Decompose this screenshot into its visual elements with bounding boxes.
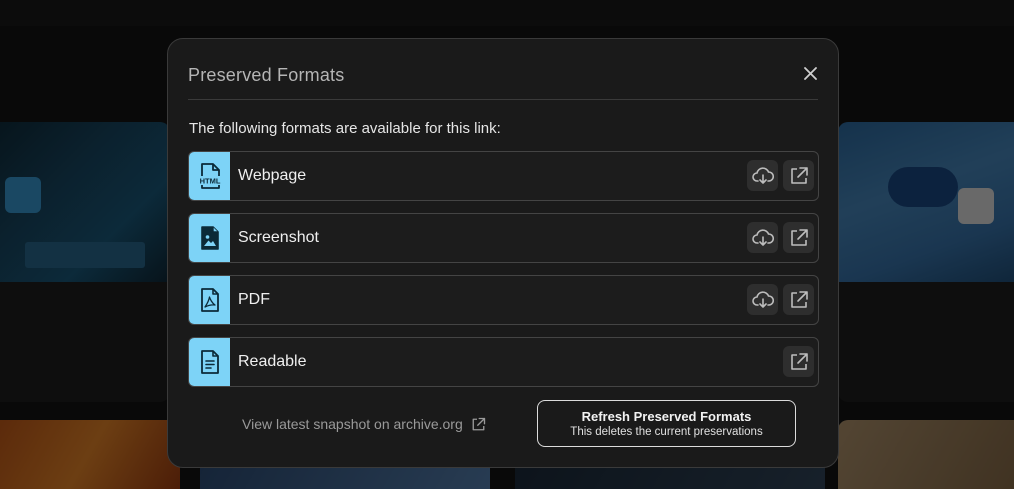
refresh-button-label: Refresh Preserved Formats	[581, 409, 752, 424]
close-icon	[803, 66, 817, 80]
modal-title: Preserved Formats	[188, 65, 345, 85]
html-file-icon: HTML	[189, 152, 230, 200]
format-row-readable: Readable	[188, 337, 819, 387]
external-link-icon	[790, 228, 808, 246]
formats-list: HTML Webpage Screenshot PDF Readable	[188, 151, 819, 399]
open-screenshot-button[interactable]	[783, 222, 814, 253]
cloud-download-icon	[751, 228, 774, 246]
external-link-icon	[472, 417, 485, 430]
archive-org-link[interactable]: View latest snapshot on archive.org	[242, 416, 486, 432]
preserved-formats-modal: Preserved Formats The following formats …	[167, 38, 839, 468]
format-label: Screenshot	[238, 229, 319, 246]
svg-text:HTML: HTML	[199, 177, 220, 186]
external-link-icon	[790, 166, 808, 184]
open-readable-button[interactable]	[783, 346, 814, 377]
text-file-icon	[189, 338, 230, 386]
format-row-pdf: PDF	[188, 275, 819, 325]
format-row-screenshot: Screenshot	[188, 213, 819, 263]
external-link-icon	[790, 290, 808, 308]
external-link-icon	[790, 352, 808, 370]
open-webpage-button[interactable]	[783, 160, 814, 191]
open-pdf-button[interactable]	[783, 284, 814, 315]
format-label: Webpage	[238, 167, 307, 184]
format-label: PDF	[238, 291, 270, 308]
download-pdf-button[interactable]	[747, 284, 778, 315]
refresh-button-sublabel: This deletes the current preservations	[570, 426, 763, 438]
formats-intro-text: The following formats are available for …	[189, 120, 501, 137]
refresh-preserved-formats-button[interactable]: Refresh Preserved Formats This deletes t…	[537, 400, 796, 447]
download-screenshot-button[interactable]	[747, 222, 778, 253]
format-label: Readable	[238, 353, 307, 370]
archive-link-label: View latest snapshot on archive.org	[242, 416, 463, 432]
cloud-download-icon	[751, 166, 774, 184]
download-webpage-button[interactable]	[747, 160, 778, 191]
format-row-webpage: HTML Webpage	[188, 151, 819, 201]
cloud-download-icon	[751, 290, 774, 308]
image-file-icon	[189, 214, 230, 262]
pdf-file-icon	[189, 276, 230, 324]
title-divider	[188, 99, 818, 100]
close-button[interactable]	[800, 63, 820, 83]
